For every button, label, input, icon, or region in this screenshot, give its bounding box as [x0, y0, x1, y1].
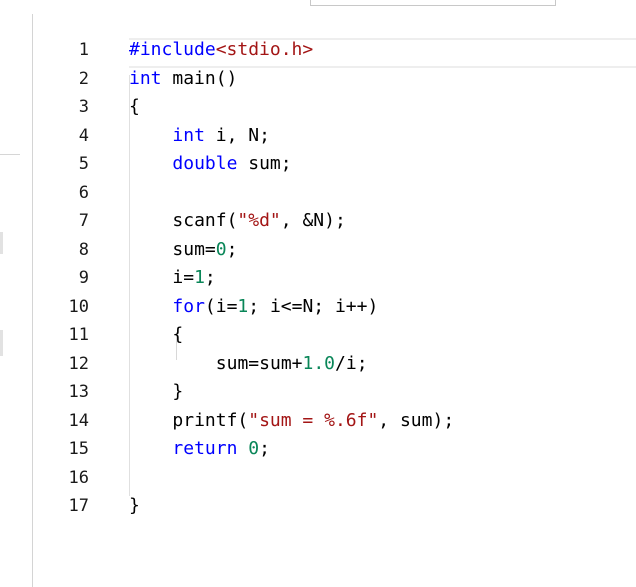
- code-line[interactable]: 2 int main(): [33, 65, 636, 94]
- left-marker: [0, 330, 3, 356]
- code-token: ;: [204, 267, 216, 288]
- code-text[interactable]: }: [172, 378, 183, 407]
- code-token: ;: [226, 238, 238, 260]
- line-number: 16: [68, 467, 89, 488]
- code-token: printf(: [172, 409, 249, 431]
- line-number: 9: [78, 268, 89, 288]
- line-number: 15: [68, 439, 89, 459]
- line-number: 14: [68, 410, 89, 431]
- code-token: double: [172, 153, 238, 174]
- code-token: "%d": [237, 210, 281, 231]
- code-line[interactable]: 13}: [33, 378, 636, 407]
- code-text[interactable]: }: [129, 492, 140, 521]
- code-token: i, N;: [204, 124, 270, 146]
- code-token: }: [129, 495, 140, 516]
- code-line[interactable]: 12 sum=sum+1.0/i;: [33, 350, 636, 379]
- code-token: scanf(: [172, 210, 238, 231]
- code-line[interactable]: 10 for(i=1; i<=N; i++): [33, 293, 636, 322]
- line-number: 4: [78, 125, 89, 146]
- code-token: #include: [129, 39, 216, 60]
- line-number: 12: [68, 353, 89, 374]
- code-token: sum=sum+: [215, 352, 303, 374]
- code-line[interactable]: 8 sum=0;: [33, 236, 636, 265]
- code-token: "sum = %.6f": [248, 409, 379, 431]
- code-line[interactable]: 16: [33, 464, 636, 493]
- code-token: 0: [248, 438, 260, 459]
- code-editor[interactable]: 1 #include<stdio.h> 2 int main() 3{4 int i, N…: [32, 14, 636, 587]
- code-token: i=: [172, 267, 195, 288]
- code-token: sum=: [172, 238, 216, 260]
- code-line[interactable]: 7 scanf("%d", &N);: [33, 207, 636, 236]
- code-token: 1.0: [302, 352, 336, 374]
- code-token: /i;: [335, 352, 368, 374]
- code-token: ; i<=N; i++): [248, 295, 379, 317]
- line-number: 6: [78, 182, 89, 203]
- code-text[interactable]: i=1;: [172, 264, 215, 293]
- top-input-box[interactable]: [310, 0, 556, 6]
- code-text[interactable]: sum=0;: [172, 236, 237, 265]
- code-text[interactable]: {: [172, 321, 183, 350]
- code-line[interactable]: 11 {: [33, 321, 636, 350]
- line-number: 7: [78, 211, 89, 231]
- code-token: {: [129, 96, 140, 117]
- code-line[interactable]: 14 printf("sum = %.6f", sum);: [33, 407, 636, 436]
- line-number: 8: [78, 239, 89, 260]
- line-number: 3: [78, 97, 89, 117]
- code-token: return: [172, 438, 238, 459]
- line-number: 5: [78, 154, 89, 174]
- code-text[interactable]: sum=sum+1.0/i;: [216, 350, 368, 379]
- code-text[interactable]: int main(): [129, 65, 237, 94]
- line-number: 10: [68, 296, 89, 317]
- code-text[interactable]: for(i=1; i<=N; i++): [172, 293, 378, 322]
- left-divider: [0, 154, 20, 155]
- code-text[interactable]: double sum;: [172, 150, 291, 179]
- code-text[interactable]: scanf("%d", &N);: [172, 207, 345, 236]
- code-token: main(): [161, 67, 238, 89]
- code-token: sum;: [237, 153, 292, 174]
- code-token: int: [172, 124, 205, 146]
- line-number: 17: [68, 496, 89, 516]
- code-line[interactable]: 1 #include<stdio.h>: [33, 36, 636, 65]
- code-token: , sum);: [378, 409, 455, 431]
- code-line[interactable]: 9 i=1;: [33, 264, 636, 293]
- code-token: (i=: [204, 295, 238, 317]
- left-marker: [0, 232, 3, 254]
- code-line[interactable]: 5 double sum;: [33, 150, 636, 179]
- code-text[interactable]: int i, N;: [172, 122, 270, 151]
- code-line[interactable]: 6: [33, 179, 636, 208]
- code-text[interactable]: return 0;: [172, 435, 270, 464]
- code-token: for: [172, 295, 205, 317]
- code-line[interactable]: 15 return 0;: [33, 435, 636, 464]
- code-text[interactable]: {: [129, 93, 140, 122]
- code-token: , &N);: [280, 210, 346, 231]
- code-token: 0: [215, 238, 227, 260]
- code-text[interactable]: #include<stdio.h>: [129, 36, 313, 65]
- code-token: ;: [259, 438, 270, 459]
- line-number: 2: [78, 68, 89, 89]
- code-token: 1: [237, 295, 249, 317]
- page: 1 #include<stdio.h> 2 int main() 3{4 int i, N…: [0, 0, 636, 587]
- code-line[interactable]: 17}: [33, 492, 636, 521]
- line-number: 11: [68, 325, 89, 345]
- line-number: 1: [78, 40, 89, 60]
- code-line[interactable]: 3{: [33, 93, 636, 122]
- code-token: <stdio.h>: [215, 39, 314, 60]
- code-token: 1: [194, 267, 205, 288]
- code-token: int: [129, 67, 162, 89]
- code-text[interactable]: printf("sum = %.6f", sum);: [172, 407, 454, 436]
- code-token: {: [172, 324, 184, 345]
- line-number: 13: [68, 382, 89, 402]
- code-lines[interactable]: 1 #include<stdio.h> 2 int main() 3{4 int i, N…: [33, 36, 636, 521]
- code-line[interactable]: 4 int i, N;: [33, 122, 636, 151]
- code-token: }: [172, 381, 184, 402]
